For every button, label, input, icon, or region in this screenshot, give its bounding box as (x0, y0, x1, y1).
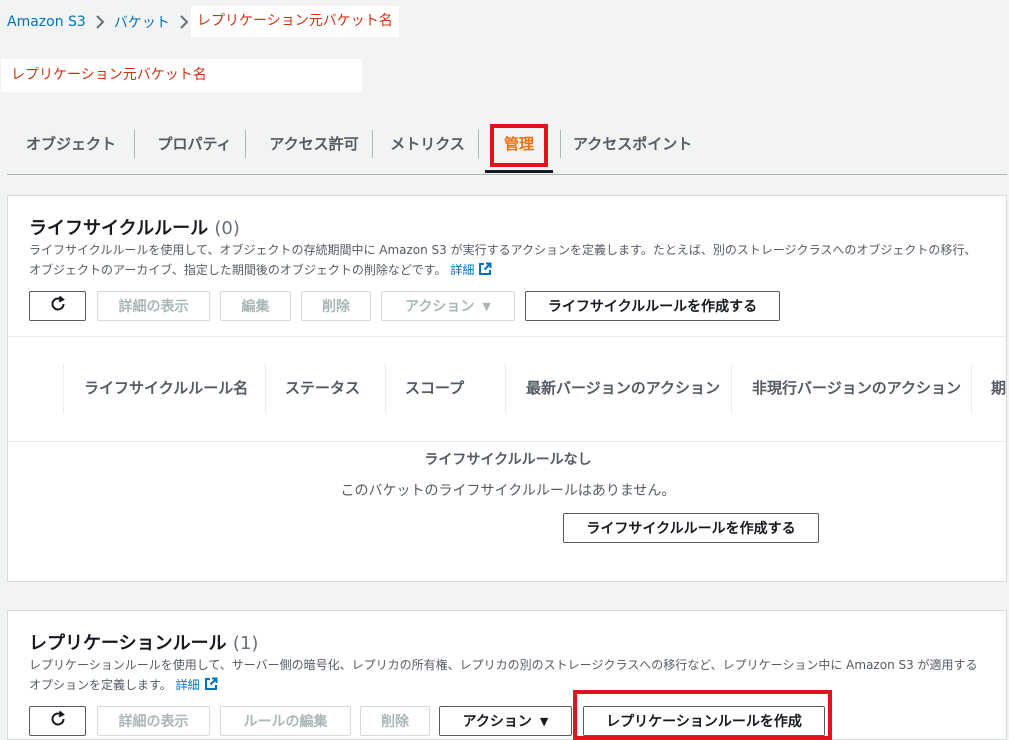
lifecycle-learn-more-label: 詳細 (450, 263, 475, 277)
tab-properties[interactable]: プロパティ (147, 122, 242, 173)
replication-learn-more-link[interactable]: 詳細 (175, 677, 218, 692)
tab-management[interactable]: 管理 (487, 122, 551, 173)
column-divider (971, 364, 972, 414)
lifecycle-empty-title: ライフサイクルルールなし (424, 452, 592, 468)
lifecycle-actions-label: アクション (405, 299, 475, 315)
replication-description-line2: オプションを定義します。 詳細 (29, 675, 1004, 697)
tab-metrics[interactable]: メトリクス (385, 122, 470, 173)
breadcrumb-current-bucket: レプリケーション元バケット名 (191, 6, 399, 37)
caret-down-icon: ▼ (539, 714, 549, 728)
lifecycle-edit-button[interactable]: 編集 (220, 291, 291, 321)
refresh-icon (49, 295, 67, 317)
lifecycle-view-details-button[interactable]: 詳細の表示 (97, 291, 210, 321)
lifecycle-rules-panel: ライフサイクルルール (0) ライフサイクルルールを使用して、オブジェクトの存続… (7, 195, 1007, 582)
replication-refresh-button[interactable] (29, 706, 86, 736)
column-noncurrent-version-actions[interactable]: 非現行バージョンのアクション (752, 377, 961, 398)
tab-bar: オブジェクト プロパティ アクセス許可 メトリクス 管理 アクセスポイント (7, 122, 1007, 175)
tab-divider (245, 130, 246, 158)
breadcrumb-amazon-s3[interactable]: Amazon S3 (7, 14, 86, 30)
replication-create-rule-button[interactable]: レプリケーションルールを作成 (583, 706, 825, 736)
lifecycle-description-text: オブジェクトのアーカイブ、指定した期間後のオブジェクトの削除などです。 (29, 263, 447, 277)
lifecycle-empty-description: このバケットのライフサイクルルールはありません。 (340, 483, 676, 499)
tab-divider (478, 130, 479, 158)
replication-description-text: オプションを定義します。 (29, 678, 172, 692)
page-title: レプリケーション元バケット名 (1, 59, 362, 92)
lifecycle-table-header: ライフサイクルルール名 ステータス スコープ 最新バージョンのアクション 非現行… (8, 336, 1006, 442)
active-tab-indicator (485, 170, 553, 173)
column-current-version-actions[interactable]: 最新バージョンのアクション (526, 377, 720, 398)
replication-actions-dropdown[interactable]: アクション ▼ (439, 706, 572, 736)
tab-permissions[interactable]: アクセス許可 (259, 122, 369, 173)
column-scope[interactable]: スコープ (405, 377, 464, 398)
replication-rules-description: レプリケーションルールを使用して、サーバー側の暗号化、レプリカの所有権、レプリカ… (29, 655, 1004, 697)
replication-actions-label: アクション (462, 714, 532, 730)
tab-access-points[interactable]: アクセスポイント (573, 122, 692, 173)
replication-rules-title: レプリケーションルール (29, 633, 227, 654)
lifecycle-delete-button[interactable]: 削除 (301, 291, 371, 321)
caret-down-icon: ▼ (482, 299, 491, 313)
replication-rules-panel: レプリケーションルール (1) レプリケーションルールを使用して、サーバー側の暗… (7, 610, 1007, 740)
lifecycle-empty-create-button[interactable]: ライフサイクルルールを作成する (563, 513, 819, 543)
tab-divider (134, 130, 135, 158)
replication-edit-rule-button[interactable]: ルールの編集 (220, 706, 351, 736)
lifecycle-description-line1: ライフサイクルルールを使用して、オブジェクトの存続期間中に Amazon S3 … (29, 243, 977, 257)
column-divider (265, 364, 266, 414)
lifecycle-rules-count: (0) (214, 218, 240, 239)
tab-objects[interactable]: オブジェクト (21, 122, 121, 173)
replication-description-line1: レプリケーションルールを使用して、サーバー側の暗号化、レプリカの所有権、レプリカ… (29, 658, 978, 672)
lifecycle-description-line2: オブジェクトのアーカイブ、指定した期間後のオブジェクトの削除などです。 詳細 (29, 260, 1004, 282)
refresh-icon (49, 710, 67, 732)
column-divider (505, 364, 506, 414)
chevron-right-icon (89, 13, 111, 31)
lifecycle-actions-dropdown[interactable]: アクション ▼ (381, 291, 515, 321)
lifecycle-refresh-button[interactable] (29, 291, 86, 321)
column-divider (63, 364, 64, 414)
breadcrumb-buckets[interactable]: バケット (114, 12, 170, 32)
replication-view-details-button[interactable]: 詳細の表示 (97, 706, 210, 736)
external-link-icon (204, 677, 218, 697)
replication-delete-button[interactable]: 削除 (360, 706, 430, 736)
lifecycle-create-rule-button[interactable]: ライフサイクルルールを作成する (525, 291, 780, 321)
column-divider (385, 364, 386, 414)
lifecycle-rules-description: ライフサイクルルールを使用して、オブジェクトの存続期間中に Amazon S3 … (29, 240, 1004, 282)
column-divider (731, 364, 732, 414)
replication-rules-heading: レプリケーションルール (1) (29, 629, 258, 655)
replication-rules-count: (1) (232, 633, 259, 654)
lifecycle-rules-heading: ライフサイクルルール (0) (29, 214, 240, 240)
tab-divider (560, 130, 561, 158)
external-link-icon (478, 262, 492, 282)
lifecycle-learn-more-link[interactable]: 詳細 (450, 262, 492, 277)
column-status[interactable]: ステータス (285, 377, 360, 398)
breadcrumb: Amazon S3 バケット レプリケーション元バケット名 (7, 6, 399, 37)
replication-learn-more-label: 詳細 (175, 678, 200, 692)
tab-divider (372, 130, 373, 158)
lifecycle-rules-title: ライフサイクルルール (29, 218, 209, 239)
column-rule-name[interactable]: ライフサイクルルール名 (84, 377, 248, 398)
column-expiration[interactable]: 期 (991, 377, 1006, 398)
